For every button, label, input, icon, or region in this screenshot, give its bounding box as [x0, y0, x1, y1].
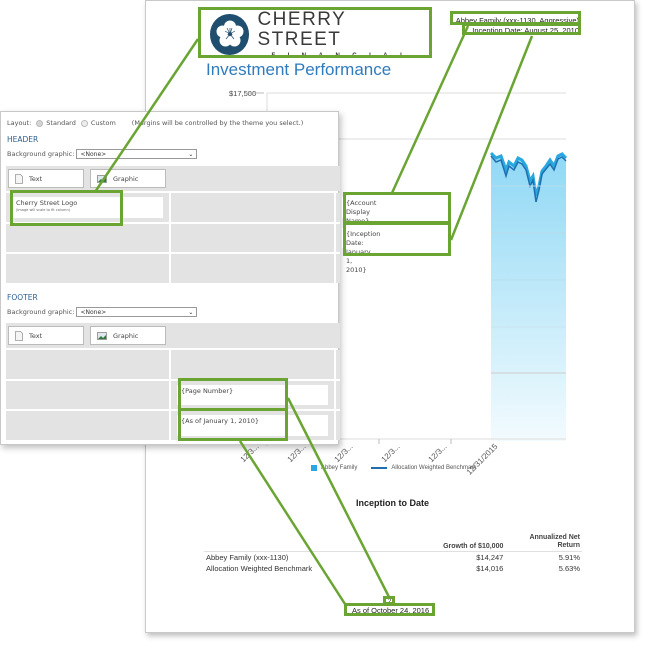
footer-background-select[interactable]: <None> ⌄ — [76, 307, 198, 317]
text-button-label: Text — [29, 174, 43, 183]
chevron-down-icon: ⌄ — [188, 308, 194, 316]
row-return: 5.91% — [558, 553, 580, 562]
inception-cell-content[interactable]: {Inception Date: January 1, 2010} — [342, 227, 380, 274]
row-return: 5.63% — [558, 564, 580, 573]
layout-note: (Margins will be controlled by the theme… — [131, 119, 304, 127]
page-number-cell-content[interactable]: {Page Number} — [177, 384, 328, 405]
custom-label[interactable]: Custom — [91, 119, 116, 127]
header-background-select[interactable]: <None> ⌄ — [76, 149, 198, 159]
footer-cell[interactable] — [6, 411, 169, 440]
footer-cell[interactable] — [6, 350, 169, 379]
header-cell[interactable] — [171, 193, 334, 222]
standard-label[interactable]: Standard — [46, 119, 76, 127]
graphic-button-label: Graphic — [113, 331, 139, 340]
select-value: <None> — [80, 150, 107, 158]
image-icon — [97, 331, 107, 340]
row-name: Abbey Family (xxx-1130) — [206, 553, 289, 562]
document-icon — [15, 173, 23, 184]
graphic-button-label: Graphic — [113, 174, 139, 183]
footer-toolbar: Text Graphic — [6, 323, 340, 348]
footer-text-button[interactable]: Text — [8, 326, 84, 345]
header-grid: Cherry Street Logo (Image will scale to … — [6, 193, 380, 283]
chevron-down-icon: ⌄ — [188, 150, 194, 158]
legend-label: Abbey Family — [321, 465, 358, 471]
table-row: Allocation Weighted Benchmark $14,016 5.… — [204, 563, 582, 574]
footer-cell[interactable] — [171, 350, 334, 379]
inception-to-date-title: Inception to Date — [356, 498, 430, 508]
footer-cell[interactable]: {As of January 1, 2010} — [171, 411, 334, 440]
page-number: 2 — [388, 599, 392, 605]
footer-cell[interactable] — [6, 380, 169, 409]
row-growth: $14,016 — [476, 564, 504, 573]
legend-swatch-area — [311, 465, 317, 471]
footer-section-label: FOOTER — [7, 293, 38, 302]
report-title: Investment Performance — [206, 60, 392, 79]
header-footer-settings-panel: Layout: Standard Custom (Margins will be… — [0, 111, 380, 445]
header-graphic-button[interactable]: Graphic — [90, 169, 166, 188]
table-row: Abbey Family (xxx-1130) $14,247 5.91% — [204, 552, 582, 564]
footer-grid: {Page Number} {As of January 1, 2010} — [6, 350, 340, 440]
column-header: Growth of $10,000 — [408, 534, 506, 552]
header-cell[interactable] — [6, 223, 169, 252]
logo-cell-note: (Image will scale to fit column) — [16, 208, 71, 212]
standard-radio[interactable] — [36, 119, 44, 127]
header-cell[interactable] — [171, 254, 334, 283]
header-cell[interactable] — [6, 254, 169, 283]
header-cell[interactable]: {Inception Date: January 1, 2010} — [336, 223, 380, 274]
logo-cell-title: Cherry Street Logo — [16, 199, 78, 207]
cherry-blossom-icon — [210, 13, 250, 55]
document-icon — [15, 330, 23, 341]
abbey-family-area — [491, 153, 566, 441]
header-background-row: Background graphic: <None> ⌄ — [7, 149, 198, 159]
footer-background-row: Background graphic: <None> ⌄ — [7, 307, 198, 317]
layout-row: Layout: Standard Custom (Margins will be… — [7, 119, 303, 127]
account-name-cell-content[interactable]: {Account Display Name} — [342, 197, 376, 225]
header-text-button[interactable]: Text — [8, 169, 84, 188]
legend-swatch-line — [371, 467, 388, 469]
footer-cell[interactable] — [336, 380, 340, 409]
logo-cell-content[interactable]: Cherry Street Logo (Image will scale to … — [12, 197, 163, 218]
text-button-label: Text — [29, 331, 43, 340]
account-display-name: Abbey Family (xxx-1130, Aggressive) — [455, 16, 579, 25]
chart-legend: Abbey Family Allocation Weighted Benchma… — [311, 465, 476, 471]
header-cell[interactable] — [336, 254, 340, 283]
company-logo: CHERRY STREET FINANCIAL — [202, 8, 430, 59]
image-icon — [97, 174, 107, 183]
footer-graphic-button[interactable]: Graphic — [90, 326, 166, 345]
background-graphic-label: Background graphic: — [7, 150, 75, 158]
background-graphic-label: Background graphic: — [7, 308, 75, 316]
column-header — [204, 534, 409, 552]
column-header: Annualized Net Return — [505, 534, 582, 552]
table-header-row: Growth of $10,000 Annualized Net Return — [204, 534, 582, 552]
layout-label: Layout: — [7, 119, 32, 127]
legend-label: Allocation Weighted Benchmark — [391, 465, 477, 471]
select-value: <None> — [80, 308, 107, 316]
header-cell[interactable]: Cherry Street Logo (Image will scale to … — [6, 193, 169, 222]
as-of-cell-content[interactable]: {As of January 1, 2010} — [177, 415, 328, 436]
footer-cell[interactable]: {Page Number} — [171, 380, 334, 409]
footer-cell[interactable] — [336, 350, 340, 379]
header-cell[interactable] — [171, 223, 334, 252]
logo-name: CHERRY STREET — [257, 8, 346, 50]
custom-radio[interactable] — [80, 119, 88, 127]
header-toolbar: Text Graphic — [6, 166, 340, 191]
performance-table: Growth of $10,000 Annualized Net Return … — [204, 534, 582, 574]
row-name: Allocation Weighted Benchmark — [206, 564, 313, 573]
header-cell[interactable]: {Account Display Name} — [336, 193, 376, 225]
as-of-date: As of October 24, 2016 — [352, 606, 430, 615]
footer-cell[interactable] — [336, 411, 340, 440]
inception-date: Inception Date: August 25, 2010 — [472, 26, 579, 35]
header-section-label: HEADER — [7, 135, 39, 144]
logo-subtitle: FINANCIAL — [271, 52, 417, 59]
row-growth: $14,247 — [476, 553, 504, 562]
